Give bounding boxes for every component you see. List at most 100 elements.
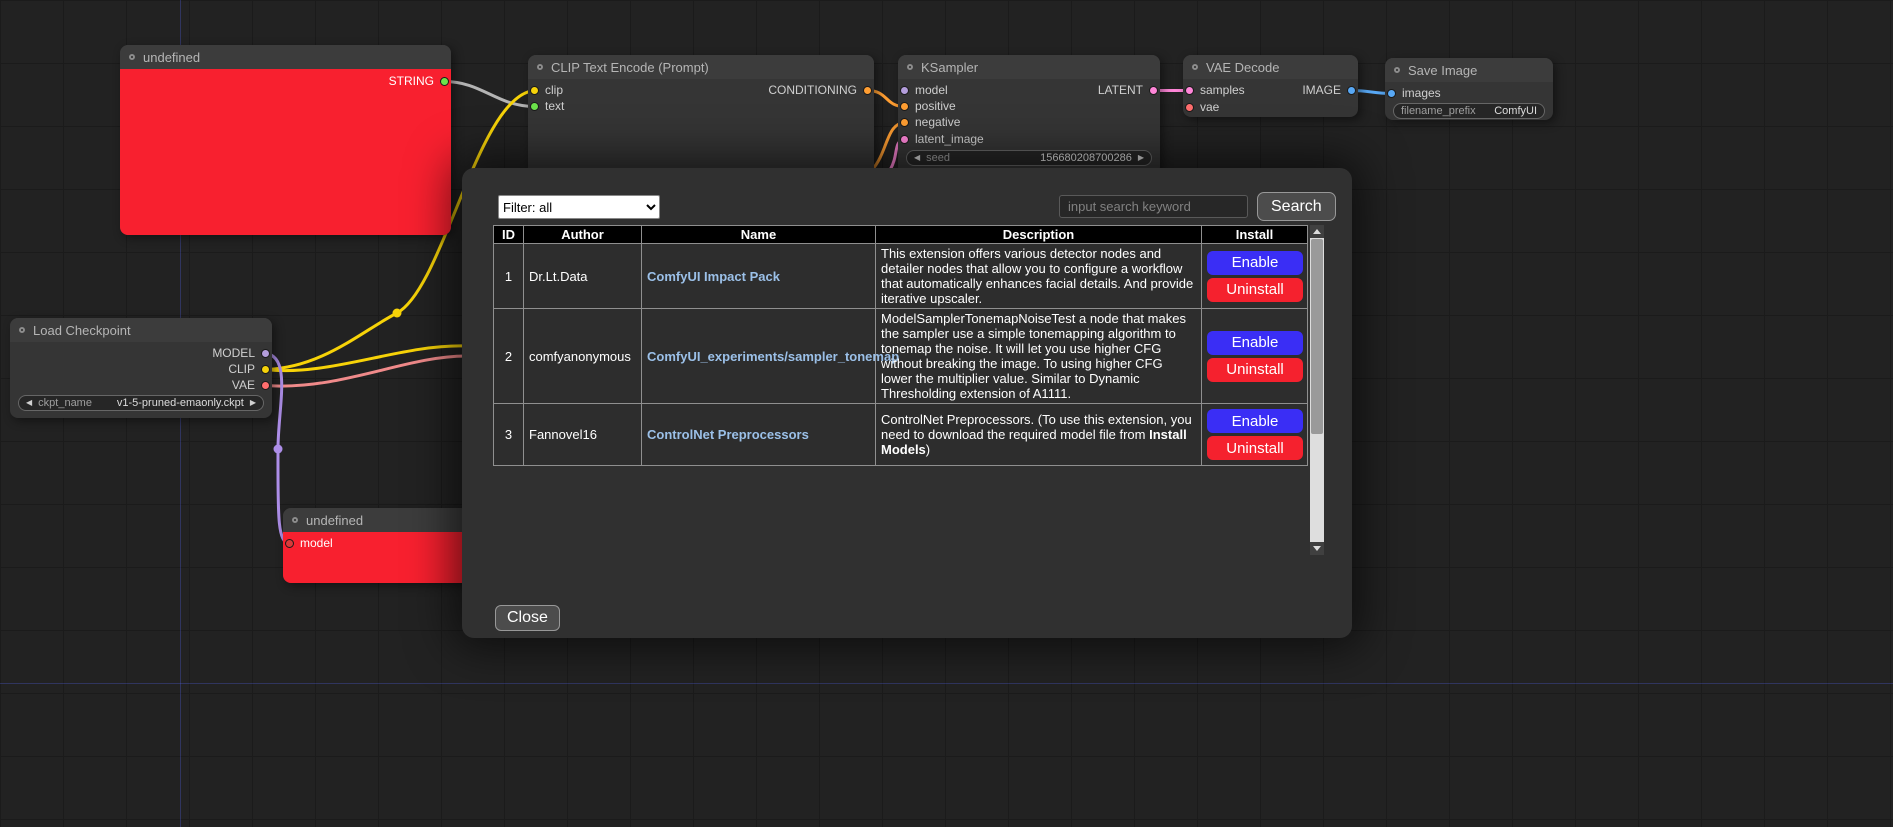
node-undefined-bottom[interactable]: undefined model: [283, 508, 469, 583]
output-dot-latent[interactable]: [1149, 86, 1158, 95]
output-slot-clip: CLIP: [228, 361, 272, 378]
slot-label: LATENT: [1098, 83, 1143, 97]
input-dot-text[interactable]: [530, 102, 539, 111]
table-scrollbar[interactable]: [1310, 225, 1324, 555]
output-slot-conditioning: CONDITIONING: [768, 82, 874, 99]
extension-link[interactable]: ControlNet Preprocessors: [647, 427, 809, 442]
wire-string-to-text: [445, 82, 535, 107]
input-slot-positive: positive: [898, 98, 956, 115]
widget-value: ComfyUI: [1494, 104, 1537, 118]
cell-install: Enable Uninstall: [1202, 404, 1308, 466]
cell-description: ControlNet Preprocessors. (To use this e…: [876, 404, 1202, 466]
collapse-dot-icon[interactable]: [1192, 64, 1198, 70]
collapse-dot-icon[interactable]: [1394, 67, 1400, 73]
cell-install: Enable Uninstall: [1202, 244, 1308, 309]
input-dot-images[interactable]: [1387, 89, 1396, 98]
output-dot-vae[interactable]: [261, 381, 270, 390]
node-title: Save Image: [1408, 63, 1477, 78]
close-button[interactable]: Close: [495, 605, 560, 631]
slot-label: text: [545, 99, 564, 113]
cell-description: This extension offers various detector n…: [876, 244, 1202, 309]
enable-button[interactable]: Enable: [1207, 251, 1303, 275]
widget-value: 156680208700286: [1040, 151, 1132, 165]
output-dot-conditioning[interactable]: [863, 86, 872, 95]
node-header[interactable]: CLIP Text Encode (Prompt): [528, 55, 874, 79]
filter-select[interactable]: Filter: all: [498, 195, 660, 219]
header-install: Install: [1202, 226, 1308, 244]
uninstall-button[interactable]: Uninstall: [1207, 278, 1303, 302]
node-header[interactable]: Load Checkpoint: [10, 318, 272, 342]
input-slot-samples: samples: [1183, 82, 1245, 99]
cell-id: 1: [494, 244, 524, 309]
collapse-dot-icon[interactable]: [907, 64, 913, 70]
input-dot-latent-image[interactable]: [900, 135, 909, 144]
enable-button[interactable]: Enable: [1207, 409, 1303, 433]
output-slot-model: MODEL: [212, 345, 272, 362]
filename-prefix-widget[interactable]: filename_prefix ComfyUI: [1393, 103, 1545, 119]
collapse-dot-icon[interactable]: [129, 54, 135, 60]
node-undefined-top[interactable]: undefined STRING: [120, 45, 451, 235]
slot-label: samples: [1200, 83, 1245, 97]
output-dot-string[interactable]: [440, 77, 449, 86]
collapse-dot-icon[interactable]: [292, 517, 298, 523]
enable-button[interactable]: Enable: [1207, 331, 1303, 355]
search-button[interactable]: Search: [1257, 192, 1336, 221]
input-dot-positive[interactable]: [900, 102, 909, 111]
uninstall-button[interactable]: Uninstall: [1207, 358, 1303, 382]
collapse-dot-icon[interactable]: [537, 64, 543, 70]
scrollbar-thumb[interactable]: [1311, 239, 1323, 434]
input-slot-images: images: [1385, 85, 1441, 102]
slot-label: MODEL: [212, 346, 255, 360]
input-dot-clip[interactable]: [530, 86, 539, 95]
input-dot-model[interactable]: [285, 539, 294, 548]
wire-dot-model: [274, 445, 283, 454]
cell-id: 2: [494, 309, 524, 404]
widget-value: v1-5-pruned-emaonly.ckpt: [117, 396, 244, 410]
slot-label: STRING: [389, 74, 434, 88]
node-ksampler[interactable]: KSampler model positive negative latent_…: [898, 55, 1160, 175]
widget-label: seed: [926, 151, 950, 165]
output-slot-string: STRING: [389, 73, 451, 90]
input-dot-negative[interactable]: [900, 118, 909, 127]
node-graph-canvas[interactable]: undefined STRING CLIP Text Encode (Promp…: [0, 0, 1893, 827]
node-title: CLIP Text Encode (Prompt): [551, 60, 709, 75]
node-body: MODEL CLIP VAE ◀ ckpt_name v1-5-pruned-e…: [10, 342, 272, 418]
node-vae-decode[interactable]: VAE Decode samples vae IMAGE: [1183, 55, 1358, 117]
output-dot-model[interactable]: [261, 349, 270, 358]
node-load-checkpoint[interactable]: Load Checkpoint MODEL CLIP VAE ◀ ckpt_na…: [10, 318, 272, 418]
cell-install: Enable Uninstall: [1202, 309, 1308, 404]
input-slot-model: model: [898, 82, 948, 99]
node-header[interactable]: VAE Decode: [1183, 55, 1358, 79]
node-header[interactable]: Save Image: [1385, 58, 1553, 82]
widget-label: ckpt_name: [38, 396, 92, 410]
node-header[interactable]: undefined: [283, 508, 469, 532]
output-slot-image: IMAGE: [1302, 82, 1358, 99]
node-header[interactable]: KSampler: [898, 55, 1160, 79]
extension-link[interactable]: ComfyUI Impact Pack: [647, 269, 780, 284]
uninstall-button[interactable]: Uninstall: [1207, 436, 1303, 460]
input-dot-model[interactable]: [900, 86, 909, 95]
node-header[interactable]: undefined: [120, 45, 451, 69]
table-row: 2comfyanonymousComfyUI_experiments/sampl…: [494, 309, 1308, 404]
decrement-arrow-icon[interactable]: ◀: [26, 396, 32, 410]
collapse-dot-icon[interactable]: [19, 327, 25, 333]
node-save-image[interactable]: Save Image images filename_prefix ComfyU…: [1385, 58, 1553, 120]
output-slot-vae: VAE: [232, 377, 272, 394]
search-input[interactable]: [1059, 195, 1248, 218]
decrement-arrow-icon[interactable]: ◀: [914, 151, 920, 165]
scroll-up-icon[interactable]: [1310, 225, 1324, 238]
slot-label: CONDITIONING: [768, 83, 857, 97]
output-dot-clip[interactable]: [261, 365, 270, 374]
ckpt-name-widget[interactable]: ◀ ckpt_name v1-5-pruned-emaonly.ckpt ▶: [18, 395, 264, 411]
table-row: 1Dr.Lt.DataComfyUI Impact PackThis exten…: [494, 244, 1308, 309]
seed-widget[interactable]: ◀ seed 156680208700286 ▶: [906, 150, 1152, 166]
scroll-down-icon[interactable]: [1310, 542, 1324, 555]
input-dot-samples[interactable]: [1185, 86, 1194, 95]
output-dot-image[interactable]: [1347, 86, 1356, 95]
increment-arrow-icon[interactable]: ▶: [250, 396, 256, 410]
header-name: Name: [642, 226, 876, 244]
input-dot-vae[interactable]: [1185, 103, 1194, 112]
extension-link[interactable]: ComfyUI_experiments/sampler_tonemap: [647, 349, 899, 364]
increment-arrow-icon[interactable]: ▶: [1138, 151, 1144, 165]
header-description: Description: [876, 226, 1202, 244]
